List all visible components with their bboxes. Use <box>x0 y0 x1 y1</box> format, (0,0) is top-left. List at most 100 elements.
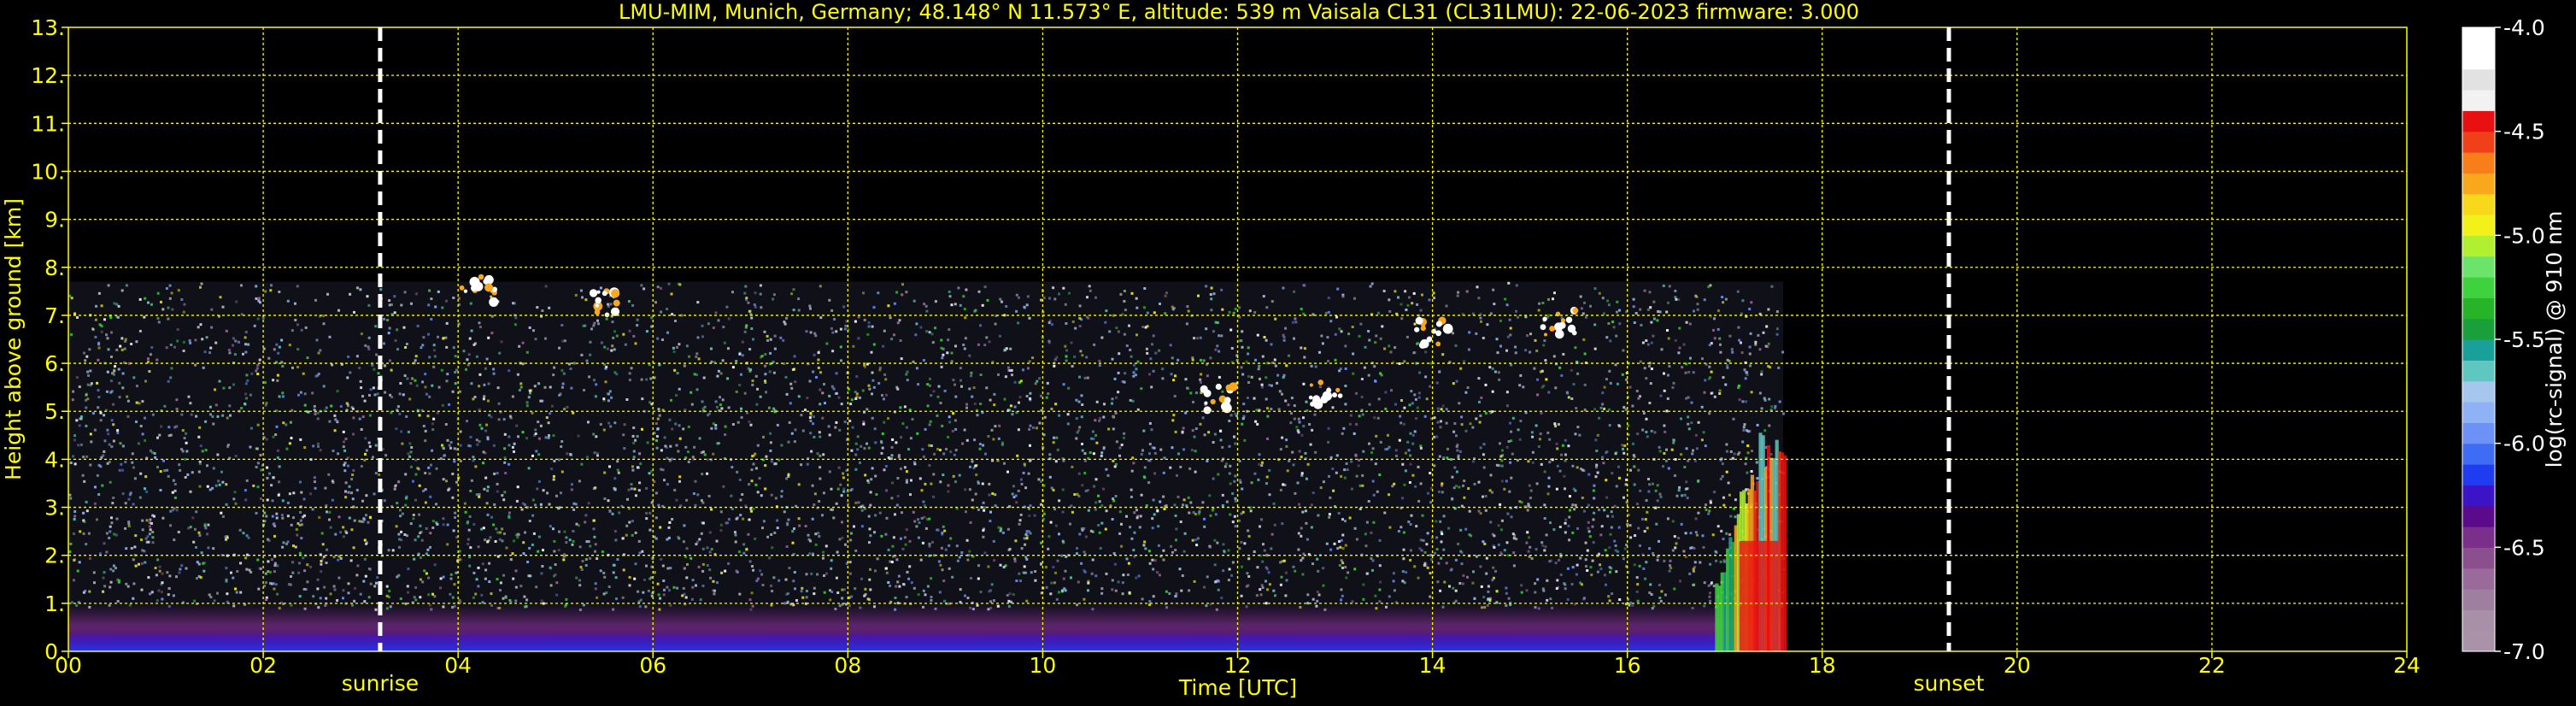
cloud-speck <box>1203 406 1212 415</box>
colorbar-segment <box>2462 547 2495 569</box>
y-tick-label: 0. <box>44 639 65 664</box>
colorbar-tick-label: -4.5 <box>2503 120 2545 144</box>
cloud-speck <box>1317 379 1323 385</box>
colorbar-segment <box>2462 235 2495 257</box>
colorbar-segment <box>2462 485 2495 507</box>
cloud-speck <box>1215 383 1222 391</box>
backscatter-field <box>68 281 1786 651</box>
colorbar-tick-label: -4.0 <box>2503 15 2545 40</box>
x-tick-label: 06 <box>639 653 666 678</box>
x-tick-label: 10 <box>1030 653 1057 678</box>
y-tick-label: 10. <box>31 159 65 184</box>
colorbar-tick-label: -7.0 <box>2503 639 2545 664</box>
colorbar-tick-label: -6.0 <box>2503 432 2545 456</box>
y-tick-label: 7. <box>44 303 65 328</box>
colorbar-segment <box>2462 589 2495 610</box>
cloud-speck <box>1442 323 1453 334</box>
strong-signal-core <box>1739 540 1779 651</box>
cloud-speck <box>611 289 620 298</box>
colorbar-segment <box>2462 68 2495 91</box>
sunrise-label: sunrise <box>342 671 419 696</box>
colorbar-segment <box>2462 464 2495 485</box>
cloud-speck <box>1542 316 1547 321</box>
colorbar-segment <box>2462 131 2495 153</box>
cloud-speck <box>1210 398 1216 405</box>
y-tick-label: 9. <box>44 208 65 232</box>
cloud-speck <box>478 274 484 280</box>
colorbar-segment <box>2462 173 2495 195</box>
colorbar-segment <box>2462 110 2495 132</box>
cloud-speck <box>1571 330 1577 336</box>
x-tick-label: 24 <box>2393 653 2421 678</box>
x-tick-label: 22 <box>2198 653 2226 678</box>
colorbar-segment <box>2462 27 2495 49</box>
colorbar-tick-label: -5.0 <box>2503 223 2545 248</box>
colorbar-segment <box>2462 380 2495 403</box>
cloud-speck <box>1320 395 1329 403</box>
colorbar-segment <box>2462 505 2495 527</box>
cloud-speck <box>595 303 599 308</box>
cloud-speck <box>1335 387 1341 392</box>
cloud-speck <box>489 297 499 307</box>
cloud-speck <box>1420 338 1429 349</box>
colorbar-segment <box>2462 318 2495 340</box>
cloud-speck <box>1572 307 1579 314</box>
colorbar-segment <box>2462 360 2495 382</box>
y-tick-label: 1. <box>44 591 65 616</box>
cloud-speck <box>1225 384 1233 391</box>
y-tick-label: 3. <box>44 496 65 521</box>
colorbar-segment <box>2462 402 2495 423</box>
cloud-speck <box>1544 332 1547 337</box>
colorbar-segment <box>2462 339 2495 361</box>
x-tick-label: 04 <box>444 653 472 678</box>
cloud-speck <box>463 289 468 293</box>
cloud-speck <box>1337 393 1343 398</box>
colorbar-tick-label: -5.5 <box>2503 327 2545 352</box>
cloud-speck <box>1435 341 1441 347</box>
cloud-speck <box>601 291 607 297</box>
cloud-speck <box>1326 387 1332 393</box>
y-tick-label: 6. <box>44 351 65 376</box>
cloud-speck <box>610 307 620 316</box>
cloud-speck <box>1421 323 1426 328</box>
y-tick-label: 8. <box>44 256 65 280</box>
cloud-speck <box>1223 397 1231 404</box>
cloud-speck <box>1565 316 1573 323</box>
x-tick-label: 12 <box>1224 653 1252 678</box>
colorbar-segment <box>2462 630 2495 652</box>
y-tick-label: 4. <box>44 447 65 472</box>
cloud-speck <box>595 297 601 304</box>
cloud-speck <box>1200 385 1208 393</box>
x-tick-label: 18 <box>1809 653 1836 678</box>
cloud-speck <box>459 285 465 291</box>
colorbar-segment <box>2462 568 2495 590</box>
cloud-speck <box>473 281 484 291</box>
near-surface-layer <box>68 634 1784 651</box>
colorbar-label: log(rc-signal) @ 910 nm <box>2542 211 2567 468</box>
y-tick-label: 13. <box>31 15 65 40</box>
y-tick-label: 12. <box>31 63 65 88</box>
cloud-speck <box>1549 326 1555 332</box>
colorbar-segment <box>2462 609 2495 632</box>
colorbar-segment <box>2462 48 2495 70</box>
x-tick-label: 14 <box>1419 653 1446 678</box>
colorbar: -4.0 -4.5 -5.0 -5.5 -6.0 -6.5 -7.0 <box>2462 15 2545 664</box>
x-axis-label: Time [UTC] <box>1178 675 1297 700</box>
strong-signal-streak <box>1783 455 1787 651</box>
y-tick-label: 2. <box>44 544 65 568</box>
y-axis-ticks: 0. 1. 2. 3. 4. 5. 6. 7. 8. 9. 10. 11. 12. 13. <box>31 15 68 664</box>
colorbar-segment <box>2462 422 2495 444</box>
cloud-speck <box>1310 401 1316 407</box>
cloud-speck <box>1332 392 1337 398</box>
cloud-speck <box>484 283 494 292</box>
chart-title: LMU-MIM, Munich, Germany; 48.148° N 11.5… <box>619 0 1859 24</box>
x-tick-label: 20 <box>2004 653 2031 678</box>
y-tick-label: 11. <box>31 111 65 136</box>
ceilometer-chart: sunrise sunset 00 02 04 06 08 10 12 14 16 18 20 22 24… <box>1 0 2567 700</box>
cloud-speck <box>613 299 620 307</box>
x-tick-label: 16 <box>1614 653 1641 678</box>
y-axis-label: Height above ground [km] <box>1 198 26 480</box>
cloud-speck <box>1414 327 1420 332</box>
cloud-speck <box>594 309 601 315</box>
colorbar-segment <box>2462 90 2495 111</box>
